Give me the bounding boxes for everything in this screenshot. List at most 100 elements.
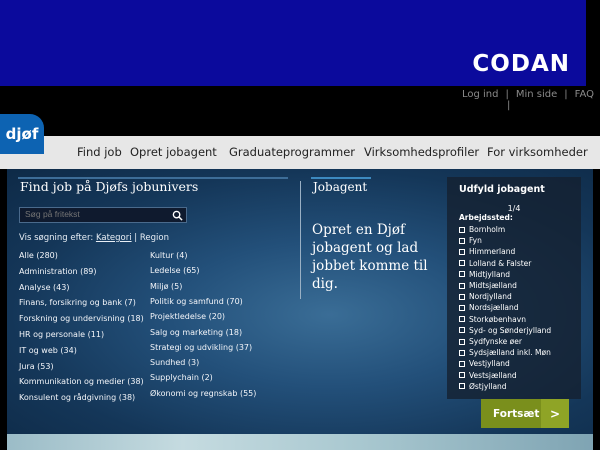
region-label: Bornholm bbox=[469, 225, 506, 234]
region-option[interactable]: Lolland & Falster bbox=[459, 259, 531, 268]
region-option[interactable]: Bornholm bbox=[459, 225, 505, 234]
region-option[interactable]: Sydfynske øer bbox=[459, 337, 522, 346]
user-links: Log ind | Min side | FAQ bbox=[462, 89, 594, 100]
nav-find-job[interactable]: Find job bbox=[77, 145, 122, 159]
region-label: Østjylland bbox=[469, 381, 507, 391]
category-link[interactable]: Projektledelse (20) bbox=[150, 312, 225, 321]
region-label: Nordjylland bbox=[469, 292, 512, 302]
view-by: Vis søgning efter: Kategori | Region bbox=[19, 233, 169, 243]
user-bar: Log ind | Min side | FAQ bbox=[0, 86, 600, 136]
category-link[interactable]: Alle (280) bbox=[19, 251, 58, 260]
region-label: Lolland & Falster bbox=[469, 258, 532, 268]
divider bbox=[300, 181, 301, 299]
region-option[interactable]: Storkøbenhavn bbox=[459, 315, 526, 324]
separator: | bbox=[134, 233, 138, 243]
separator: | bbox=[507, 100, 511, 111]
region-option[interactable]: Midtsjælland bbox=[459, 281, 517, 290]
checkbox[interactable] bbox=[459, 260, 465, 267]
category-link[interactable]: HR og personale (11) bbox=[19, 330, 104, 339]
checkbox[interactable] bbox=[459, 304, 465, 311]
region-option[interactable]: Fyn bbox=[459, 236, 482, 245]
category-link[interactable]: Forskning og undervisning (18) bbox=[19, 314, 144, 323]
checkbox[interactable] bbox=[459, 293, 465, 300]
view-by-label: Vis søgning efter: bbox=[19, 233, 94, 243]
region-label: Vestsjælland bbox=[469, 370, 517, 380]
jobagent-accent bbox=[311, 177, 371, 179]
category-link[interactable]: Strategi og udvikling (37) bbox=[150, 343, 252, 352]
nav-opret-jobagent[interactable]: Opret jobagent bbox=[130, 145, 217, 159]
region-option[interactable]: Midtjylland bbox=[459, 270, 510, 279]
view-by-kategori[interactable]: Kategori bbox=[96, 233, 132, 243]
search-box[interactable] bbox=[19, 207, 187, 223]
region-label: Himmerland bbox=[469, 247, 516, 257]
region-label: Fyn bbox=[469, 236, 482, 246]
continue-label: Fortsæt bbox=[493, 407, 540, 420]
region-label: Midtjylland bbox=[469, 269, 511, 279]
category-link[interactable]: Konsulent og rådgivning (38) bbox=[19, 393, 135, 402]
checkbox[interactable] bbox=[459, 316, 465, 323]
category-link[interactable]: Finans, forsikring og bank (7) bbox=[19, 298, 136, 307]
banner-edge bbox=[586, 0, 600, 86]
category-link[interactable]: Analyse (43) bbox=[19, 283, 69, 292]
checkbox[interactable] bbox=[459, 383, 465, 390]
region-label: Vestjylland bbox=[469, 359, 510, 369]
checkbox[interactable] bbox=[459, 327, 465, 334]
category-link[interactable]: Politik og samfund (70) bbox=[150, 297, 243, 306]
category-link[interactable]: Kommunikation og medier (38) bbox=[19, 377, 144, 386]
checkbox[interactable] bbox=[459, 237, 465, 244]
checkbox[interactable] bbox=[459, 271, 465, 278]
login-link[interactable]: Log ind bbox=[462, 89, 499, 100]
checkbox[interactable] bbox=[459, 360, 465, 367]
category-link[interactable]: Administration (89) bbox=[19, 267, 97, 276]
hero-bottom bbox=[7, 434, 593, 450]
checkbox[interactable] bbox=[459, 338, 465, 345]
main-nav: Find job Opret jobagent Graduateprogramm… bbox=[0, 136, 600, 169]
checkbox[interactable] bbox=[459, 282, 465, 289]
category-link[interactable]: Sundhed (3) bbox=[150, 358, 199, 367]
my-page-link[interactable]: Min side bbox=[516, 89, 557, 100]
chevron-right-icon: > bbox=[541, 399, 569, 428]
category-link[interactable]: IT og web (34) bbox=[19, 346, 77, 355]
region-option[interactable]: Nordsjælland bbox=[459, 303, 519, 312]
region-option[interactable]: Sydsjælland inkl. Møn bbox=[459, 348, 551, 357]
category-link[interactable]: Kultur (4) bbox=[150, 251, 188, 260]
nav-graduateprogrammer[interactable]: Graduateprogrammer bbox=[229, 145, 355, 159]
search-title: Find job på Djøfs jobunivers bbox=[20, 179, 199, 194]
panel-label: Arbejdssted: bbox=[459, 213, 513, 222]
codan-logo[interactable]: CODAN bbox=[472, 51, 570, 77]
nav-virksomhedsprofiler[interactable]: Virksomhedsprofiler bbox=[364, 145, 479, 159]
category-link[interactable]: Jura (53) bbox=[19, 362, 54, 371]
region-option[interactable]: Nordjylland bbox=[459, 292, 512, 301]
region-option[interactable]: Syd- og Sønderjylland bbox=[459, 326, 551, 335]
region-option[interactable]: Vestsjælland bbox=[459, 371, 517, 380]
checkbox[interactable] bbox=[459, 248, 465, 255]
jobagent-title: Jobagent bbox=[313, 180, 368, 194]
region-label: Storkøbenhavn bbox=[469, 314, 526, 324]
region-option[interactable]: Vestjylland bbox=[459, 359, 510, 368]
checkbox[interactable] bbox=[459, 372, 465, 379]
category-link[interactable]: Miljø (5) bbox=[150, 282, 182, 291]
search-input[interactable] bbox=[25, 209, 165, 219]
view-by-region[interactable]: Region bbox=[140, 233, 169, 243]
checkbox[interactable] bbox=[459, 349, 465, 356]
search-icon[interactable] bbox=[172, 210, 183, 221]
nav-for-virksomheder[interactable]: For virksomheder bbox=[487, 145, 588, 159]
panel-step: 1/4 bbox=[507, 204, 521, 213]
panel-title: Udfyld jobagent bbox=[459, 184, 545, 195]
category-link[interactable]: Økonomi og regnskab (55) bbox=[150, 389, 256, 398]
category-link[interactable]: Salg og marketing (18) bbox=[150, 328, 242, 337]
checkbox[interactable] bbox=[459, 226, 465, 233]
jobagent-panel: Udfyld jobagent 1/4 Arbejdssted: Bornhol… bbox=[447, 177, 581, 399]
continue-button[interactable]: Fortsæt > bbox=[481, 399, 569, 428]
region-option[interactable]: Himmerland bbox=[459, 247, 515, 256]
djof-logo[interactable]: djøf bbox=[0, 114, 44, 154]
category-link[interactable]: Ledelse (65) bbox=[150, 266, 200, 275]
region-label: Midtsjælland bbox=[469, 281, 517, 290]
category-link[interactable]: Supplychain (2) bbox=[150, 373, 213, 382]
top-banner: CODAN bbox=[0, 0, 586, 86]
region-label: Sydfynske øer bbox=[469, 337, 522, 346]
region-option[interactable]: Østjylland bbox=[459, 382, 507, 391]
faq-link[interactable]: FAQ bbox=[575, 89, 594, 100]
separator: | bbox=[505, 89, 509, 100]
jobagent-text: Opret en Djøf jobagent og lad jobbet kom… bbox=[312, 222, 428, 292]
